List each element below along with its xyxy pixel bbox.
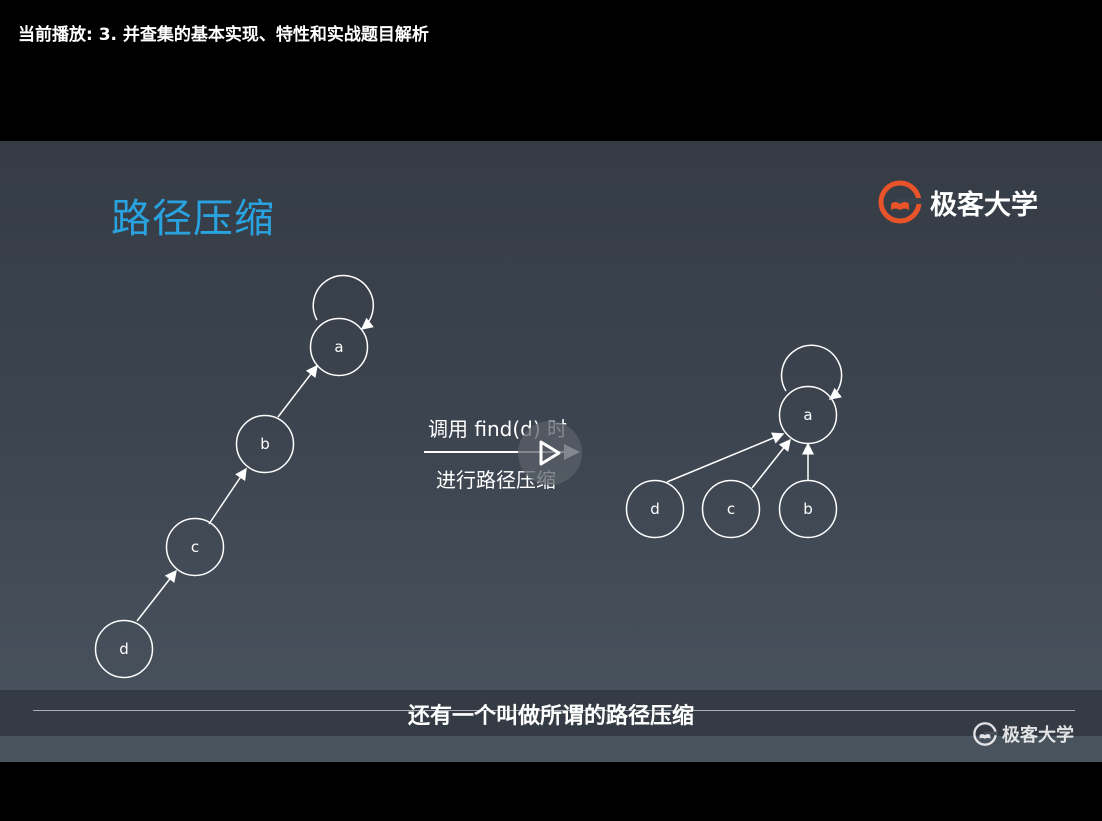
node-label: d (119, 640, 129, 658)
node-b: b (778, 479, 838, 539)
self-loop-a (780, 344, 843, 400)
video-frame[interactable]: 路径压缩 极客大学 a b c d a d c b 调用 find(d) 时 进… (0, 141, 1102, 762)
tree-after: a d c b (625, 344, 843, 539)
watermark-text: 极客大学 (1002, 725, 1074, 746)
edge-c-b (208, 467, 247, 525)
node-d: d (625, 479, 685, 539)
geek-logo-icon (973, 722, 998, 746)
node-label: b (260, 435, 270, 453)
node-a: a (778, 385, 838, 445)
subtitle-text: 还有一个叫做所谓的路径压缩 (407, 704, 694, 729)
player-header: 当前播放: 3. 并查集的基本实现、特性和实战题目解析 (0, 0, 1102, 141)
edge-d-a (666, 432, 785, 483)
self-loop-a (312, 274, 375, 330)
node-label: c (727, 500, 735, 518)
node-label: c (191, 538, 199, 556)
node-d: d (94, 619, 154, 679)
edge-c-a (751, 438, 791, 489)
node-label: d (650, 500, 660, 518)
node-a: a (309, 317, 369, 377)
node-c: c (701, 479, 761, 539)
player-footer (0, 762, 1102, 821)
edge-d-c (136, 569, 177, 622)
node-label: b (803, 500, 813, 518)
tree-before: a b c d (94, 274, 375, 679)
watermark-logo: 极客大学 (972, 721, 1074, 747)
node-label: a (334, 338, 343, 356)
play-button[interactable] (518, 421, 582, 485)
play-icon (539, 440, 561, 466)
node-b: b (235, 414, 295, 474)
node-c: c (165, 517, 225, 577)
now-playing-title: 当前播放: 3. 并查集的基本实现、特性和实战题目解析 (18, 25, 429, 45)
edge-b-a (277, 364, 318, 418)
node-label: a (803, 406, 812, 424)
